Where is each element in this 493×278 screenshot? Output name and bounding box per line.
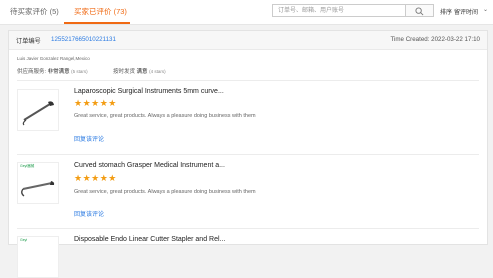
buyer-info: Luis Javier Gonzalez Rangel,Mexico bbox=[17, 56, 90, 61]
delivery-label: 按时发货 bbox=[113, 69, 136, 75]
search-icon bbox=[415, 7, 424, 16]
rating-stars: ★★★★★ bbox=[74, 98, 117, 108]
order-number-link[interactable]: 1255217665010221131 bbox=[51, 36, 116, 43]
brand-logo: Geyi bbox=[20, 238, 28, 242]
product-title-link[interactable]: Curved stomach Grasper Medical Instrumen… bbox=[74, 162, 225, 169]
reply-review-link[interactable]: 回复该评论 bbox=[74, 209, 104, 218]
product-title-link[interactable]: Laparoscopic Surgical Instruments 5mm cu… bbox=[74, 88, 224, 95]
search-button[interactable] bbox=[406, 4, 434, 17]
order-number-label: 订单编号 bbox=[16, 38, 41, 45]
divider bbox=[17, 228, 479, 229]
service-value: 非常满意 bbox=[47, 69, 70, 75]
rating-stars: ★★★★★ bbox=[74, 173, 117, 183]
delivery-stars: (4 stars) bbox=[149, 69, 166, 74]
tab-reviewed[interactable]: 买家已评价 (73) bbox=[74, 6, 127, 17]
divider bbox=[17, 80, 479, 81]
sort-dropdown[interactable]: 留评时间 bbox=[454, 7, 478, 16]
order-card: 订单编号 1255217665010221131 Time Created: 2… bbox=[8, 30, 488, 278]
product-photo bbox=[22, 101, 54, 126]
product-photo bbox=[21, 181, 55, 197]
divider bbox=[17, 154, 479, 155]
top-bar: 待买家评价 (5) 买家已评价 (73) 订单号、邮箱、用户账号 排序 留评时间… bbox=[0, 0, 493, 25]
product-image[interactable]: Geyi器械 bbox=[17, 162, 59, 204]
product-image[interactable]: Geyi bbox=[17, 236, 59, 278]
search-input[interactable]: 订单号、邮箱、用户账号 bbox=[272, 4, 406, 17]
service-label: 供应商服务: bbox=[17, 69, 47, 75]
order-header: 订单编号 1255217665010221131 Time Created: 2… bbox=[9, 31, 487, 50]
delivery-rating: 按时发货 满意 (4 stars) bbox=[113, 67, 166, 75]
delivery-value: 满意 bbox=[136, 69, 148, 75]
service-stars: (5 stars) bbox=[71, 69, 88, 74]
active-tab-indicator bbox=[64, 22, 130, 24]
supplier-service-rating: 供应商服务: 非常满意 (5 stars) bbox=[17, 67, 88, 75]
time-created: Time Created: 2022-03-22 17:10 bbox=[390, 36, 480, 43]
product-image[interactable] bbox=[17, 89, 59, 131]
reply-review-link[interactable]: 回复该评论 bbox=[74, 134, 104, 143]
review-text: Great service, great products. Always a … bbox=[74, 113, 256, 119]
tab-pending-review[interactable]: 待买家评价 (5) bbox=[10, 6, 59, 17]
brand-logo: Geyi器械 bbox=[20, 164, 35, 168]
sort-label: 排序 bbox=[440, 10, 453, 16]
review-text: Great service, great products. Always a … bbox=[74, 189, 256, 195]
chevron-down-icon[interactable]: ⌄ bbox=[483, 6, 488, 13]
